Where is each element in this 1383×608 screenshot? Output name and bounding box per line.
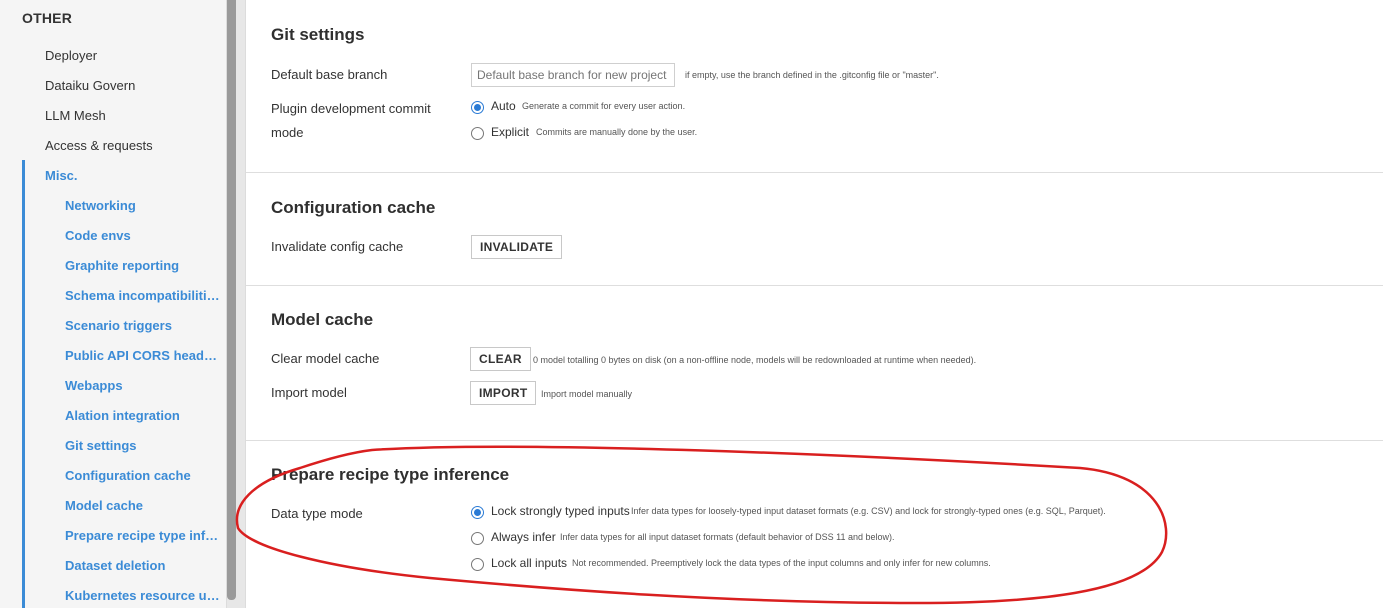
sidebar-item-misc[interactable]: Misc. [45, 168, 78, 183]
commit-mode-auto-option[interactable]: Auto Generate a commit for every user ac… [471, 99, 871, 116]
radio-auto-label: Auto [491, 99, 516, 113]
git-settings-title: Git settings [271, 25, 365, 44]
commit-mode-label-line2: mode [271, 125, 304, 140]
sidebar-subitem-configuration-cache[interactable]: Configuration cache [65, 468, 191, 483]
model-cache-section: Model cache Clear model cache CLEAR 0 mo… [246, 286, 1383, 441]
default-branch-label: Default base branch [271, 67, 388, 82]
invalidate-cache-label: Invalidate config cache [271, 239, 404, 254]
radio-lock-all-inputs-hint: Not recommended. Preemptively lock the d… [572, 558, 991, 568]
configuration-cache-title: Configuration cache [271, 198, 436, 217]
radio-always-infer-hint: Infer data types for all input dataset f… [560, 532, 895, 542]
git-settings-section: Git settings Default base branch if empt… [246, 0, 1383, 173]
sidebar-subitem-scenario-triggers[interactable]: Scenario triggers [65, 318, 172, 333]
sidebar-item-deployer[interactable]: Deployer [45, 48, 97, 63]
sidebar-item-dataiku-govern[interactable]: Dataiku Govern [45, 78, 135, 93]
active-section-indicator [22, 160, 25, 608]
radio-auto-hint: Generate a commit for every user action. [522, 101, 686, 111]
sidebar-subitem-prepare-recipe[interactable]: Prepare recipe type inf… [65, 528, 218, 543]
settings-main-panel: Git settings Default base branch if empt… [245, 0, 1383, 608]
radio-always-infer[interactable] [471, 532, 484, 545]
import-model-hint: Import model manually [541, 389, 633, 399]
default-branch-input[interactable] [471, 63, 675, 87]
sidebar-subitem-webapps[interactable]: Webapps [65, 378, 123, 393]
radio-lock-all-inputs-label: Lock all inputs [491, 556, 568, 570]
radio-auto[interactable] [471, 101, 484, 114]
radio-lock-all-inputs[interactable] [471, 558, 484, 571]
sidebar-item-llm-mesh[interactable]: LLM Mesh [45, 108, 106, 123]
data-type-mode-label: Data type mode [271, 506, 363, 521]
settings-sidebar: OTHER Deployer Dataiku Govern LLM Mesh A… [0, 0, 227, 608]
sidebar-subitem-code-envs[interactable]: Code envs [65, 228, 131, 243]
sidebar-subitem-networking[interactable]: Networking [65, 198, 136, 213]
commit-mode-explicit-option[interactable]: Explicit Commits are manually done by th… [471, 125, 871, 142]
sidebar-subitem-public-api-cors[interactable]: Public API CORS headers [65, 348, 220, 363]
radio-always-infer-label: Always infer [491, 530, 556, 544]
radio-explicit-hint: Commits are manually done by the user. [536, 127, 698, 137]
radio-lock-strongly-typed[interactable] [471, 506, 484, 519]
sidebar-subitem-alation-integration[interactable]: Alation integration [65, 408, 180, 423]
always-infer-option[interactable]: Always infer Infer data types for all in… [471, 530, 1351, 547]
prepare-recipe-title: Prepare recipe type inference [271, 465, 510, 484]
sidebar-subitem-graphite-reporting[interactable]: Graphite reporting [65, 258, 179, 273]
import-button[interactable]: IMPORT [470, 381, 537, 405]
radio-explicit[interactable] [471, 127, 484, 140]
sidebar-subitem-git-settings[interactable]: Git settings [65, 438, 137, 453]
sidebar-subitem-dataset-deletion[interactable]: Dataset deletion [65, 558, 165, 573]
sidebar-item-access-requests[interactable]: Access & requests [45, 138, 153, 153]
sidebar-subitem-schema-incompatibilities[interactable]: Schema incompatibilities [65, 288, 220, 303]
sidebar-section-heading: OTHER [22, 10, 72, 26]
model-cache-title: Model cache [271, 310, 374, 329]
configuration-cache-section: Configuration cache Invalidate config ca… [246, 173, 1383, 286]
radio-lock-strongly-typed-label: Lock strongly typed inputs [491, 504, 630, 518]
invalidate-button[interactable]: INVALIDATE [471, 235, 563, 259]
lock-strongly-typed-option[interactable]: Lock strongly typed inputs Infer data ty… [471, 504, 1351, 521]
sidebar-subitem-model-cache[interactable]: Model cache [65, 498, 143, 513]
radio-explicit-label: Explicit [491, 125, 530, 139]
commit-mode-label-line1: Plugin development commit [271, 101, 431, 116]
import-model-label: Import model [271, 385, 347, 400]
lock-all-inputs-option[interactable]: Lock all inputs Not recommended. Preempt… [471, 556, 1351, 573]
prepare-recipe-section: Prepare recipe type inference Data type … [246, 441, 1383, 608]
clear-model-cache-hint: 0 model totalling 0 bytes on disk (on a … [533, 355, 977, 365]
radio-lock-strongly-typed-hint: Infer data types for loosely-typed input… [631, 506, 1106, 516]
sidebar-scrollbar-thumb[interactable] [227, 0, 236, 600]
clear-model-cache-label: Clear model cache [271, 351, 380, 366]
sidebar-subitem-kubernetes-resource[interactable]: Kubernetes resource us… [65, 588, 220, 603]
clear-button[interactable]: CLEAR [470, 347, 531, 371]
default-branch-hint: if empty, use the branch defined in the … [685, 70, 939, 80]
